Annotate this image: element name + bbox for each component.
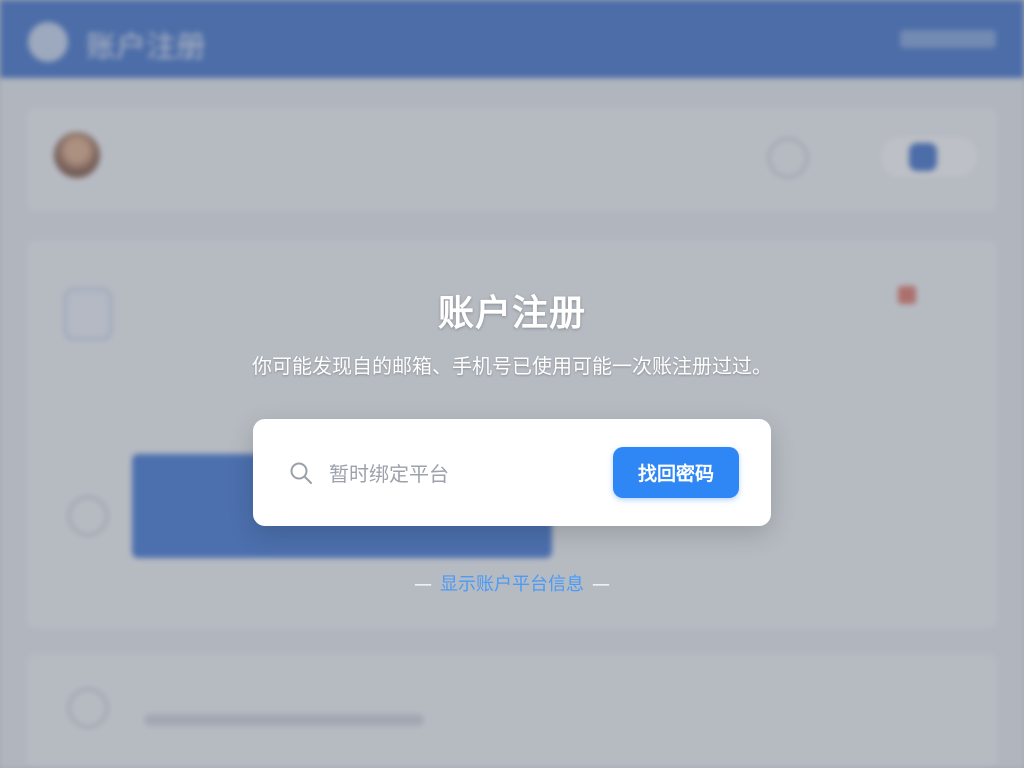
dash-right: —: [592, 574, 610, 595]
search-icon: [290, 462, 312, 484]
recover-password-button[interactable]: 找回密码: [613, 447, 739, 498]
dash-left: —: [414, 574, 432, 595]
modal-scrim: [0, 0, 1024, 768]
info-link-row: — 显示账户平台信息 —: [0, 570, 1024, 596]
show-platform-info-link[interactable]: 显示账户平台信息: [440, 574, 584, 595]
search-card: 找回密码: [253, 419, 771, 526]
platform-search-input[interactable]: [327, 453, 601, 495]
dialog-subtitle: 你可能发现自的邮箱、手机号已使用可能一次账注册过过。: [252, 354, 772, 378]
dialog-title: 账户注册: [437, 293, 586, 334]
